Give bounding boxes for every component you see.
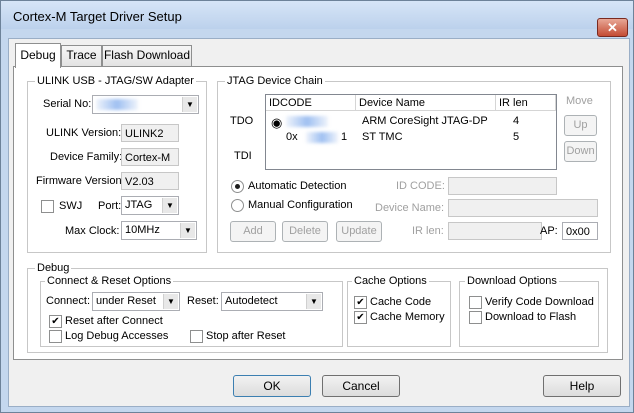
device-name-label: Device Name:: [375, 202, 445, 214]
check-icon: ✔: [356, 297, 365, 308]
column-device-name[interactable]: Device Name: [356, 95, 496, 111]
cache-memory-checkbox[interactable]: ✔: [354, 311, 367, 324]
move-down-button[interactable]: Down: [564, 141, 597, 162]
connect-select[interactable]: under Reset ▼: [92, 292, 180, 311]
manual-configuration-label: Manual Configuration: [248, 199, 353, 211]
port-value: JTAG: [125, 199, 153, 211]
idcode-redacted: [286, 115, 328, 127]
connect-reset-group-label: Connect & Reset Options: [45, 275, 174, 287]
ir-len: 4: [513, 115, 520, 127]
adapter-group-label: ULINK USB - JTAG/SW Adapter: [35, 75, 196, 87]
download-to-flash-label: Download to Flash: [485, 311, 577, 323]
id-code-field[interactable]: [448, 177, 557, 195]
tdi-label: TDI: [234, 150, 252, 162]
stop-after-reset-checkbox[interactable]: [190, 330, 203, 343]
log-debug-accesses-label: Log Debug Accesses: [65, 330, 169, 342]
selected-device-icon: ◉: [271, 115, 283, 130]
log-debug-accesses-checkbox[interactable]: [49, 330, 62, 343]
tab-flash-download[interactable]: Flash Download: [102, 45, 192, 66]
ok-button[interactable]: OK: [233, 375, 311, 397]
stop-after-reset-label: Stop after Reset: [206, 330, 286, 342]
reset-value: Autodetect: [225, 295, 278, 307]
device-family-label: Device Family:: [50, 151, 123, 163]
chevron-down-icon: ▼: [163, 294, 178, 309]
column-idcode[interactable]: IDCODE: [266, 95, 356, 111]
idcode-redacted: [306, 131, 338, 143]
chevron-down-icon: ▼: [306, 294, 321, 309]
ir-len-field[interactable]: [448, 222, 542, 240]
cache-code-checkbox[interactable]: ✔: [354, 296, 367, 309]
idcode: 0x: [286, 131, 298, 143]
ir-len-label: IR len:: [412, 225, 444, 237]
device-name-field[interactable]: [448, 199, 598, 217]
reset-after-connect-label: Reset after Connect: [65, 315, 163, 327]
tab-debug[interactable]: Debug: [15, 43, 61, 68]
manual-configuration-radio[interactable]: [231, 199, 244, 212]
tdo-label: TDO: [230, 115, 254, 127]
swj-checkbox[interactable]: [41, 200, 54, 213]
download-options-group-label: Download Options: [465, 275, 559, 287]
cancel-button[interactable]: Cancel: [322, 375, 400, 397]
close-button[interactable]: ✕: [597, 18, 628, 37]
serial-select[interactable]: ▼: [92, 95, 199, 114]
chevron-down-icon: ▼: [180, 223, 195, 238]
tab-trace-label: Trace: [66, 48, 97, 62]
ir-len: 5: [513, 131, 520, 143]
check-icon: ✔: [356, 312, 365, 323]
verify-code-download-checkbox[interactable]: [469, 296, 482, 309]
cache-code-label: Cache Code: [370, 296, 432, 308]
check-icon: ✔: [51, 316, 60, 327]
verify-code-download-label: Verify Code Download: [485, 296, 594, 308]
ap-label: AP:: [540, 225, 558, 237]
port-select[interactable]: JTAG ▼: [121, 196, 179, 215]
automatic-detection-radio[interactable]: [231, 180, 244, 193]
download-to-flash-checkbox[interactable]: [469, 311, 482, 324]
move-up-button[interactable]: Up: [564, 115, 597, 136]
help-button[interactable]: Help: [543, 375, 621, 397]
serial-value-redacted: [96, 98, 138, 110]
port-label: Port:: [98, 200, 122, 212]
ap-field[interactable]: 0x00: [562, 222, 598, 240]
max-clock-select[interactable]: 10MHz ▼: [121, 221, 197, 240]
reset-select[interactable]: Autodetect ▼: [221, 292, 323, 311]
jtag-chain-group-label: JTAG Device Chain: [225, 75, 325, 87]
idcode-tail: 1: [341, 131, 348, 143]
cache-options-group-label: Cache Options: [352, 275, 429, 287]
tab-flash-download-label: Flash Download: [103, 48, 191, 62]
swj-label: SWJ: [59, 200, 83, 212]
device-name: ARM CoreSight JTAG-DP: [362, 115, 488, 127]
connect-label: Connect:: [46, 295, 91, 307]
ulink-version-field: ULINK2: [121, 124, 179, 142]
serial-label: Serial No:: [43, 98, 92, 110]
move-label: Move: [566, 95, 593, 107]
max-clock-value: 10MHz: [125, 224, 160, 236]
connect-value: under Reset: [96, 295, 156, 307]
reset-label: Reset:: [187, 295, 219, 307]
add-button[interactable]: Add: [230, 221, 276, 242]
cache-memory-label: Cache Memory: [370, 311, 445, 323]
debug-group-label: Debug: [35, 262, 72, 274]
delete-button[interactable]: Delete: [282, 221, 328, 242]
chevron-down-icon: ▼: [182, 97, 197, 112]
device-family-field: Cortex-M: [121, 148, 179, 166]
window-title: Cortex-M Target Driver Setup: [13, 9, 182, 24]
title-bar[interactable]: Cortex-M Target Driver Setup ✕: [1, 1, 633, 37]
close-icon: ✕: [607, 20, 618, 35]
reset-after-connect-checkbox[interactable]: ✔: [49, 315, 62, 328]
ulink-version-label: ULINK Version:: [46, 127, 122, 139]
max-clock-label: Max Clock:: [65, 225, 120, 237]
update-button[interactable]: Update: [336, 221, 382, 242]
column-ir-len[interactable]: IR len: [496, 95, 556, 111]
automatic-detection-label: Automatic Detection: [248, 180, 347, 192]
chevron-down-icon: ▼: [162, 198, 177, 213]
device-name: ST TMC: [362, 131, 403, 143]
firmware-label: Firmware Version:: [36, 175, 125, 187]
tab-debug-label: Debug: [20, 48, 56, 62]
tab-trace[interactable]: Trace: [61, 45, 102, 66]
device-chain-list[interactable]: IDCODE Device Name IR len ◉ ARM CoreSigh…: [265, 94, 557, 170]
debug-tab-panel: ULINK USB - JTAG/SW Adapter Serial No: ▼…: [13, 66, 623, 360]
firmware-field: V2.03: [121, 172, 179, 190]
id-code-label: ID CODE:: [396, 180, 445, 192]
